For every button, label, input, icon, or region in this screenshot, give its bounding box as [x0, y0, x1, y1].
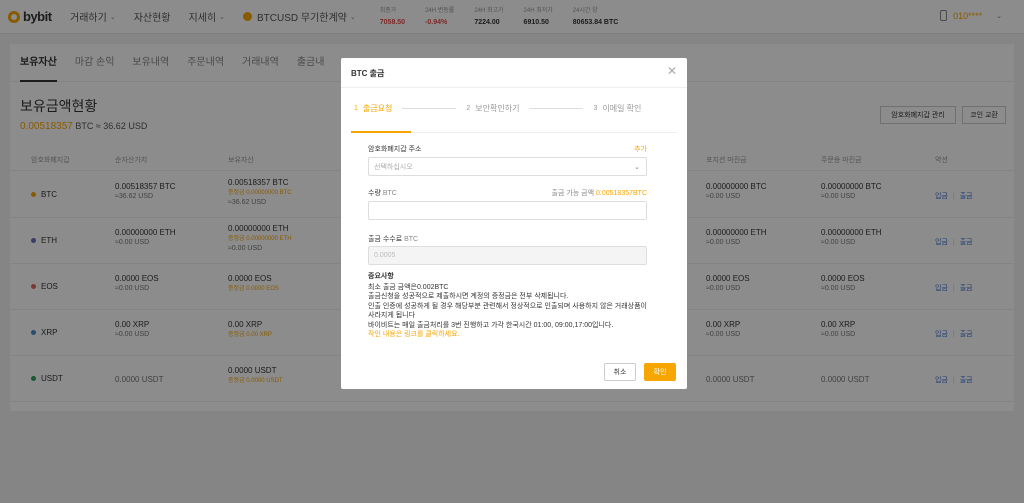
- fee-input: 0.0005: [368, 246, 647, 265]
- available-balance: 출금 가능 금액 0.00518357BTC: [552, 188, 647, 198]
- fee-value: 0.0005: [374, 252, 396, 259]
- important-notes: 중요사항 최소 출금 금액은0.002BTC 출금신청을 성공적으로 제출하시면…: [368, 272, 653, 340]
- divider: [341, 87, 687, 88]
- step-email: 3 이메일 확인: [593, 103, 641, 114]
- close-icon[interactable]: ✕: [667, 64, 677, 78]
- note-line: 출금신청을 성공적으로 제출하시면 계정의 증정금은 전부 삭제됩니다.: [368, 293, 569, 300]
- fee-label: 출금 수수료 BTC: [368, 234, 418, 244]
- withdraw-modal: BTC 출금 ✕ 1 출금요청 2 보안확인하기 3 이메일 확인 암호화폐지갑 주소…: [341, 58, 687, 389]
- address-placeholder: 선택하십시오: [374, 163, 413, 171]
- fee-unit: BTC: [404, 236, 419, 243]
- note-line: 인출 인증에 성공하게 될 경우 해당부분 관련해서 정상적으로 인출되며 사용…: [368, 302, 647, 320]
- fee-label-text: 출금 수수료: [368, 236, 403, 243]
- stepper-progress: [351, 131, 677, 133]
- modal-title: BTC 출금: [351, 69, 385, 78]
- qty-unit: BTC: [382, 190, 397, 197]
- step-connector: [529, 108, 584, 109]
- step-security: 2 보안확인하기: [466, 103, 519, 114]
- step-label: 출금요청: [362, 104, 393, 113]
- qty-label: 수량 BTC: [368, 188, 397, 198]
- stepper: 1 출금요청 2 보안확인하기 3 이메일 확인: [354, 103, 641, 114]
- available-label: 출금 가능 금액: [551, 190, 595, 197]
- note-line: 최소 출금 금액은0.002BTC: [368, 283, 449, 291]
- step-number: 2: [466, 105, 471, 112]
- chevron-down-icon: ⌄: [634, 164, 640, 171]
- notes-title: 중요사항: [368, 273, 394, 280]
- step-request: 1 출금요청: [354, 103, 392, 114]
- qty-label-text: 수량: [368, 190, 381, 197]
- address-label: 암호화폐지갑 주소: [368, 146, 422, 153]
- add-address-link[interactable]: 추가: [634, 144, 647, 154]
- step-number: 1: [354, 105, 358, 112]
- quantity-input[interactable]: [368, 201, 647, 220]
- step-number: 3: [593, 105, 598, 112]
- step-connector: [402, 108, 457, 109]
- note-line: 바이비트는 매일 출금처리를 3번 진행하고 가각 한국시간 01:00, 09…: [368, 321, 614, 329]
- confirm-button[interactable]: 확인: [644, 363, 676, 381]
- available-value[interactable]: 0.00518357BTC: [596, 190, 647, 197]
- address-select[interactable]: 선택하십시오 ⌄: [368, 157, 647, 176]
- notes-link[interactable]: 작인 내용은 링크를 클릭하세요.: [368, 330, 653, 340]
- step-label: 보안확인하기: [475, 104, 520, 113]
- step-label: 이메일 확인: [602, 104, 642, 113]
- cancel-button[interactable]: 취소: [604, 363, 636, 381]
